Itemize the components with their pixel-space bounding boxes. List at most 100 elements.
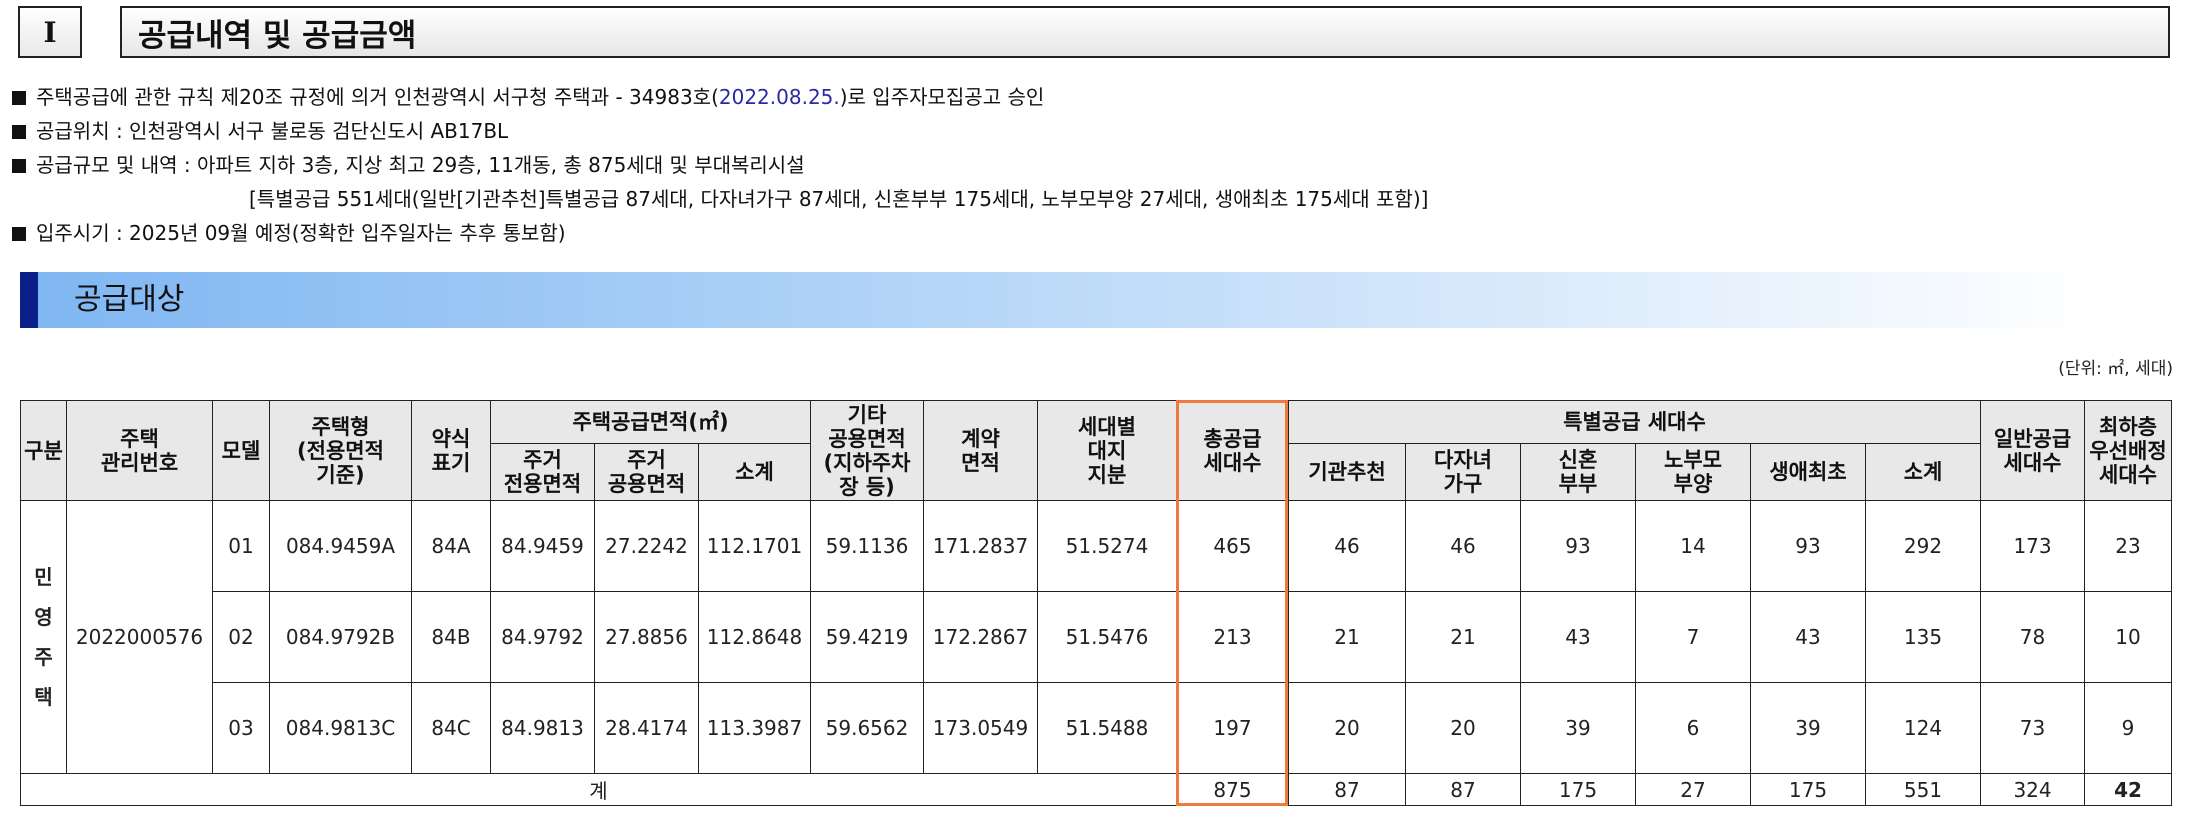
bullet-approval: 주택공급에 관한 규칙 제20조 규정에 의거 인천광역시 서구청 주택과 - … xyxy=(12,80,1428,114)
other-common-cell: 59.1136 xyxy=(810,500,924,592)
elder-support-cell: 6 xyxy=(1635,682,1751,774)
land-share-cell: 51.5476 xyxy=(1037,591,1177,683)
contract-area-cell: 172.2867 xyxy=(923,591,1038,683)
type-cell: 084.9813C xyxy=(269,682,412,774)
square-bullet-icon xyxy=(12,125,26,139)
general-supply-cell: 78 xyxy=(1980,591,2086,683)
gubun-cell: 민 영 주 택 xyxy=(20,500,67,774)
subsection-title: 공급대상 xyxy=(74,282,185,317)
general-supply-cell: 173 xyxy=(1980,500,2086,592)
header-elder-support: 노부모 부양 xyxy=(1635,443,1751,501)
other-common-cell: 59.6562 xyxy=(810,682,924,774)
first-time-cell: 39 xyxy=(1750,682,1866,774)
general-supply-cell: 73 xyxy=(1980,682,2086,774)
subsection-marker xyxy=(20,272,38,328)
type-cell: 084.9792B xyxy=(269,591,412,683)
header-land-share: 세대별 대지 지분 xyxy=(1037,400,1177,501)
table-row: 민 영 주 택 2022000576 01 084.9459A 84A 84.9… xyxy=(20,500,2173,774)
total-supply-cell: 197 xyxy=(1176,682,1289,774)
model-cell: 02 xyxy=(212,591,270,683)
header-first-time: 생애최초 xyxy=(1750,443,1866,501)
model-cell: 01 xyxy=(212,500,270,592)
header-supply-area: 주택공급면적(㎡) xyxy=(490,400,811,444)
special-subtotal-sum: 551 xyxy=(1864,773,1982,806)
elder-support-sum: 27 xyxy=(1635,773,1751,806)
section-header: I 공급내역 및 공급금액 xyxy=(18,6,2170,60)
other-common-cell: 59.4219 xyxy=(810,591,924,683)
type-cell: 084.9459A xyxy=(269,500,412,592)
bullet-text: 공급위치 : 인천광역시 서구 불로동 검단신도시 AB17BL xyxy=(36,119,509,143)
notice-bullets: 주택공급에 관한 규칙 제20조 규정에 의거 인천광역시 서구청 주택과 - … xyxy=(12,80,1428,250)
newlywed-sum: 175 xyxy=(1520,773,1636,806)
elder-support-cell: 14 xyxy=(1635,500,1751,592)
header-multi-child: 다자녀 가구 xyxy=(1405,443,1521,501)
subsection-header: 공급대상 xyxy=(20,272,2100,328)
bullet-text: 주택공급에 관한 규칙 제20조 규정에 의거 인천광역시 서구청 주택과 - … xyxy=(36,85,719,109)
area-subtotal-cell: 113.3987 xyxy=(698,682,811,774)
header-type: 주택형 (전용면적 기준) xyxy=(269,400,412,501)
supply-table: 구분 주택 관리번호 모델 주택형 (전용면적 기준) 약식 표기 주택공급면적… xyxy=(20,400,2173,806)
institution-cell: 21 xyxy=(1288,591,1406,683)
first-time-cell: 43 xyxy=(1750,591,1866,683)
square-bullet-icon xyxy=(12,227,26,241)
header-abbr: 약식 표기 xyxy=(411,400,491,501)
bullet-text: [특별공급 551세대(일반[기관추천]특별공급 87세대, 다자녀가구 87세… xyxy=(249,187,1429,211)
bullet-text: 입주시기 : 2025년 09월 예정(정확한 입주일자는 추후 통보함) xyxy=(36,221,566,245)
exclusive-area-cell: 84.9459 xyxy=(490,500,595,592)
total-label: 계 xyxy=(20,773,1177,806)
total-supply-sum: 875 xyxy=(1176,773,1289,806)
header-special-supply: 특별공급 세대수 xyxy=(1287,400,1982,444)
header-model: 모델 xyxy=(212,400,270,501)
abbr-cell: 84C xyxy=(411,682,491,774)
unit-note: (단위: ㎡, 세대) xyxy=(2058,359,2173,379)
header-special-subtotal: 소계 xyxy=(1864,443,1982,501)
top-floor-sum: 42 xyxy=(2084,773,2173,806)
common-area-cell: 28.4174 xyxy=(594,682,699,774)
header-contract-area: 계약 면적 xyxy=(923,400,1038,501)
header-total-supply: 총공급 세대수 xyxy=(1176,400,1289,501)
header-exclusive-area: 주거 전용면적 xyxy=(490,443,595,501)
area-subtotal-cell: 112.8648 xyxy=(698,591,811,683)
multi-child-cell: 21 xyxy=(1405,591,1521,683)
header-gubun: 구분 xyxy=(20,400,67,501)
multi-child-sum: 87 xyxy=(1405,773,1521,806)
land-share-cell: 51.5488 xyxy=(1037,682,1177,774)
square-bullet-icon xyxy=(12,91,26,105)
header-newlywed: 신혼 부부 xyxy=(1520,443,1636,501)
special-subtotal-cell: 135 xyxy=(1864,591,1982,683)
header-other-common: 기타 공용면적 (지하주차 장 등) xyxy=(810,400,924,501)
header-area-subtotal: 소계 xyxy=(698,443,811,501)
special-subtotal-cell: 124 xyxy=(1864,682,1982,774)
header-general-supply: 일반공급 세대수 xyxy=(1980,400,2086,501)
first-time-cell: 93 xyxy=(1750,500,1866,592)
area-subtotal-cell: 112.1701 xyxy=(698,500,811,592)
elder-support-cell: 7 xyxy=(1635,591,1751,683)
total-supply-cell: 213 xyxy=(1176,591,1289,683)
top-floor-cell: 23 xyxy=(2084,500,2173,592)
common-area-cell: 27.8856 xyxy=(594,591,699,683)
bullet-movein: 입주시기 : 2025년 09월 예정(정확한 입주일자는 추후 통보함) xyxy=(12,216,1428,250)
land-share-cell: 51.5274 xyxy=(1037,500,1177,592)
contract-area-cell: 173.0549 xyxy=(923,682,1038,774)
bullet-scale-detail: [특별공급 551세대(일반[기관추천]특별공급 87세대, 다자녀가구 87세… xyxy=(12,182,1428,216)
special-subtotal-cell: 292 xyxy=(1864,500,1982,592)
bullet-location: 공급위치 : 인천광역시 서구 불로동 검단신도시 AB17BL xyxy=(12,114,1428,148)
multi-child-cell: 20 xyxy=(1405,682,1521,774)
model-cell: 03 xyxy=(212,682,270,774)
table-row: 02 084.9792B 84B 84.9792 27.8856 112.864… xyxy=(21,591,2173,683)
square-bullet-icon xyxy=(12,159,26,173)
abbr-cell: 84B xyxy=(411,591,491,683)
bullet-text: 공급규모 및 내역 : 아파트 지하 3층, 지상 최고 29층, 11개동, … xyxy=(36,153,805,177)
bullet-text: )로 입주자모집공고 승인 xyxy=(839,85,1045,109)
section-title: 공급내역 및 공급금액 xyxy=(120,6,2170,58)
institution-cell: 20 xyxy=(1288,682,1406,774)
newlywed-cell: 43 xyxy=(1520,591,1636,683)
approval-date: 2022.08.25. xyxy=(718,85,840,109)
exclusive-area-cell: 84.9792 xyxy=(490,591,595,683)
institution-sum: 87 xyxy=(1288,773,1406,806)
bullet-scale: 공급규모 및 내역 : 아파트 지하 3층, 지상 최고 29층, 11개동, … xyxy=(12,148,1428,182)
header-institution: 기관추천 xyxy=(1288,443,1406,501)
contract-area-cell: 171.2837 xyxy=(923,500,1038,592)
header-mgmt-no: 주택 관리번호 xyxy=(66,400,213,501)
newlywed-cell: 39 xyxy=(1520,682,1636,774)
